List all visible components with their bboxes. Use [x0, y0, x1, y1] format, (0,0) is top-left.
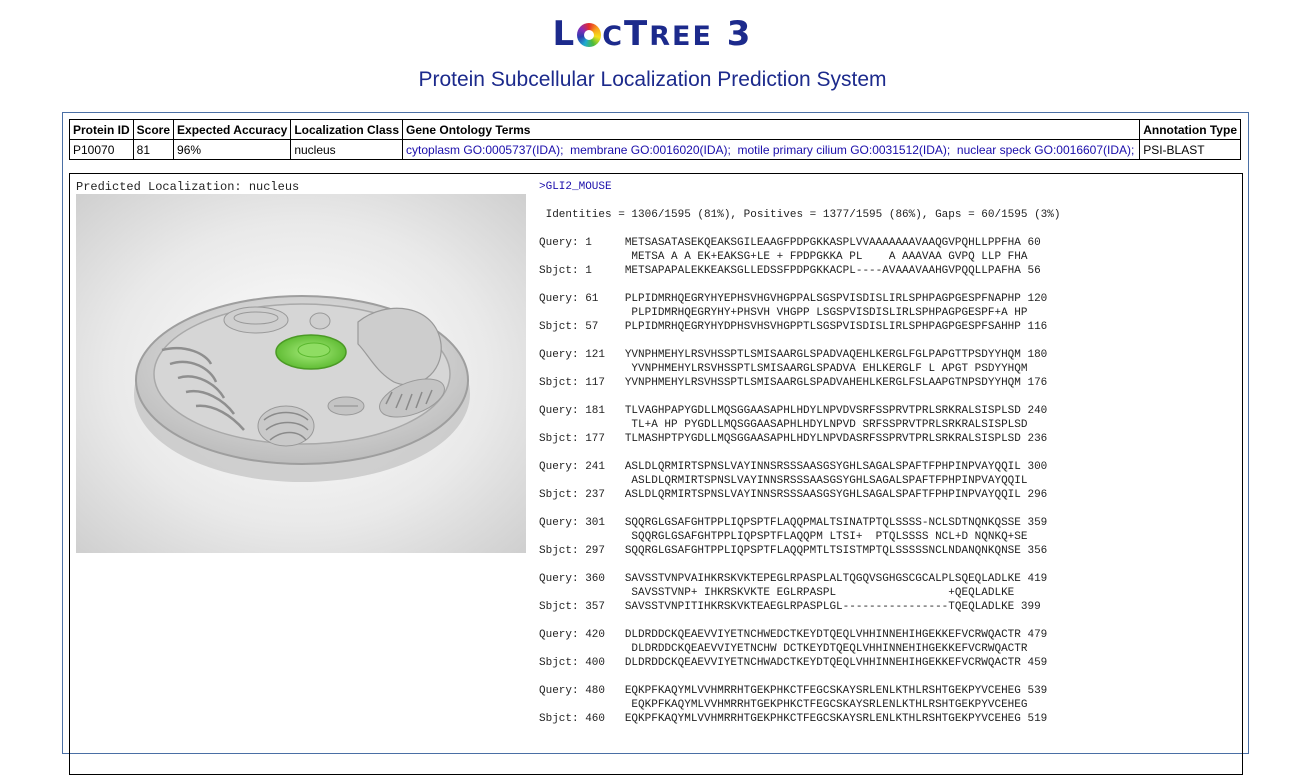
subject-line: Sbjct: 1 METSAPAPALEKKEAKSGLLEDSSFPDPGKK… [539, 265, 1041, 277]
header-score: Score [132, 119, 175, 140]
logo-version: 3 [726, 14, 753, 54]
subject-line: Sbjct: 357 SAVSSTVNPITIHKRSKVKTEAEGLRPAS… [539, 601, 1041, 613]
color-wheel-icon [577, 23, 602, 47]
cell-accuracy: 96% [173, 139, 292, 160]
header-expected-accuracy: Expected Accuracy [173, 119, 292, 140]
query-line: Query: 301 SQQRGLGSAFGHTPPLIQPSPTFLAQQPM… [539, 517, 1048, 529]
cell-illustration [76, 194, 526, 553]
table-header-row: Protein ID Score Expected Accuracy Local… [69, 119, 1241, 140]
logo-letters-ree: REE [649, 21, 713, 52]
results-container: Protein ID Score Expected Accuracy Local… [62, 112, 1249, 775]
cell-protein-id: P10070 [69, 139, 134, 160]
query-line: Query: 1 METSASATASEKQEAKSGILEAAGFPDPGKK… [539, 237, 1041, 249]
logo-letter-t: T [624, 14, 650, 54]
go-link-cytoplasm[interactable]: cytoplasm GO:0005737(IDA); [406, 143, 563, 157]
subject-line: Sbjct: 400 DLDRDDCKQEAEVVIYETNCHWADCTKEY… [539, 657, 1048, 669]
query-line: Query: 61 PLPIDMRHQEGRYHYEPHSVHGVHGPPALS… [539, 293, 1048, 305]
blast-alignment: >GLI2_MOUSE Identities = 1306/1595 (81%)… [539, 180, 1061, 726]
subject-line: Sbjct: 460 EQKPFKAQYMLVVHMRRHTGEKPHKCTFE… [539, 713, 1048, 725]
header-annotation-type: Annotation Type [1139, 119, 1241, 140]
query-line: Query: 420 DLDRDDCKQEAEVVIYETNCHWEDCTKEY… [539, 629, 1048, 641]
header-protein-id: Protein ID [69, 119, 134, 140]
logo-letter-l: L [552, 14, 577, 54]
go-link-motile-primary-cilium[interactable]: motile primary cilium GO:0031512(IDA); [738, 143, 951, 157]
cell-annotation-type: PSI-BLAST [1139, 139, 1241, 160]
match-line: PLPIDMRHQEGRYHY+PHSVH VHGPP LSGSPVISDISL… [539, 307, 1028, 319]
loctree-logo: L CTREE 3 [0, 14, 1305, 54]
cell-diagram-icon [134, 295, 470, 482]
page-subtitle: Protein Subcellular Localization Predict… [418, 68, 887, 91]
subject-line: Sbjct: 297 SQQRGLGSAFGHTPPLIQPSPTFLAQQPM… [539, 545, 1048, 557]
match-line: ASLDLQRMIRTSPNSLVAYINNSRSSSAASGSYGHLSAGA… [539, 475, 1028, 487]
match-line: EQKPFKAQYMLVVHMRRHTGEKPHKCTFEGCSKAYSRLEN… [539, 699, 1028, 711]
match-line: DLDRDDCKQEAEVVIYETNCHW DCTKEYDTQEQLVHHIN… [539, 643, 1028, 655]
predicted-localization-label: Predicted Localization: nucleus [76, 180, 300, 194]
alignment-stats: Identities = 1306/1595 (81%), Positives … [539, 209, 1061, 221]
go-link-nuclear-speck[interactable]: nuclear speck GO:0016607(IDA); [957, 143, 1134, 157]
subject-line: Sbjct: 237 ASLDLQRMIRTSPNSLVAYINNSRSSSAA… [539, 489, 1048, 501]
table-row: P10070 81 96% nucleus cytoplasm GO:00057… [69, 139, 1241, 160]
cell-class: nucleus [290, 139, 404, 160]
header-go-terms: Gene Ontology Terms [402, 119, 1141, 140]
query-line: Query: 360 SAVSSTVNPVAIHKRSKVKTEPEGLRPAS… [539, 573, 1048, 585]
prediction-panel: Predicted Localization: nucleus >GLI2_MO… [69, 173, 1243, 775]
match-line: YVNPHMEHYLRSVHSSPTLSMISAARGLSPADVA EHLKE… [539, 363, 1028, 375]
match-line: TL+A HP PYGDLLMQSGGAASAPHLHDYLNPVD SRFSS… [539, 419, 1028, 431]
match-line: METSA A A EK+EAKSG+LE + FPDPGKKA PL A AA… [539, 251, 1028, 263]
query-line: Query: 121 YVNPHMEHYLRSVHSSPTLSMISAARGLS… [539, 349, 1048, 361]
header-localization-class: Localization Class [290, 119, 404, 140]
results-table: Protein ID Score Expected Accuracy Local… [69, 119, 1241, 160]
match-line: SAVSSTVNP+ IHKRSKVKTE EGLRPASPL +QEQLADL… [539, 587, 1015, 599]
match-line: SQQRGLGSAFGHTPPLIQPSPTFLAQQPM LTSI+ PTQL… [539, 531, 1028, 543]
cell-go-terms: cytoplasm GO:0005737(IDA); membrane GO:0… [402, 139, 1141, 160]
subject-line: Sbjct: 177 TLMASHPTPYGDLLMQSGGAASAPHLHDY… [539, 433, 1048, 445]
query-line: Query: 181 TLVAGHPAPYGDLLMQSGGAASAPHLHDY… [539, 405, 1048, 417]
cell-score: 81 [132, 139, 175, 160]
logo-letter-c: C [602, 21, 625, 52]
hit-name: >GLI2_MOUSE [539, 181, 612, 193]
query-line: Query: 480 EQKPFKAQYMLVVHMRRHTGEKPHKCTFE… [539, 685, 1048, 697]
go-link-membrane[interactable]: membrane GO:0016020(IDA); [570, 143, 731, 157]
subject-line: Sbjct: 117 YVNPHMEHYLRSVHSSPTLSMISAARGLS… [539, 377, 1048, 389]
subject-line: Sbjct: 57 PLPIDMRHQEGRYHYDPHSVHSVHGPPTLS… [539, 321, 1048, 333]
query-line: Query: 241 ASLDLQRMIRTSPNSLVAYINNSRSSSAA… [539, 461, 1048, 473]
